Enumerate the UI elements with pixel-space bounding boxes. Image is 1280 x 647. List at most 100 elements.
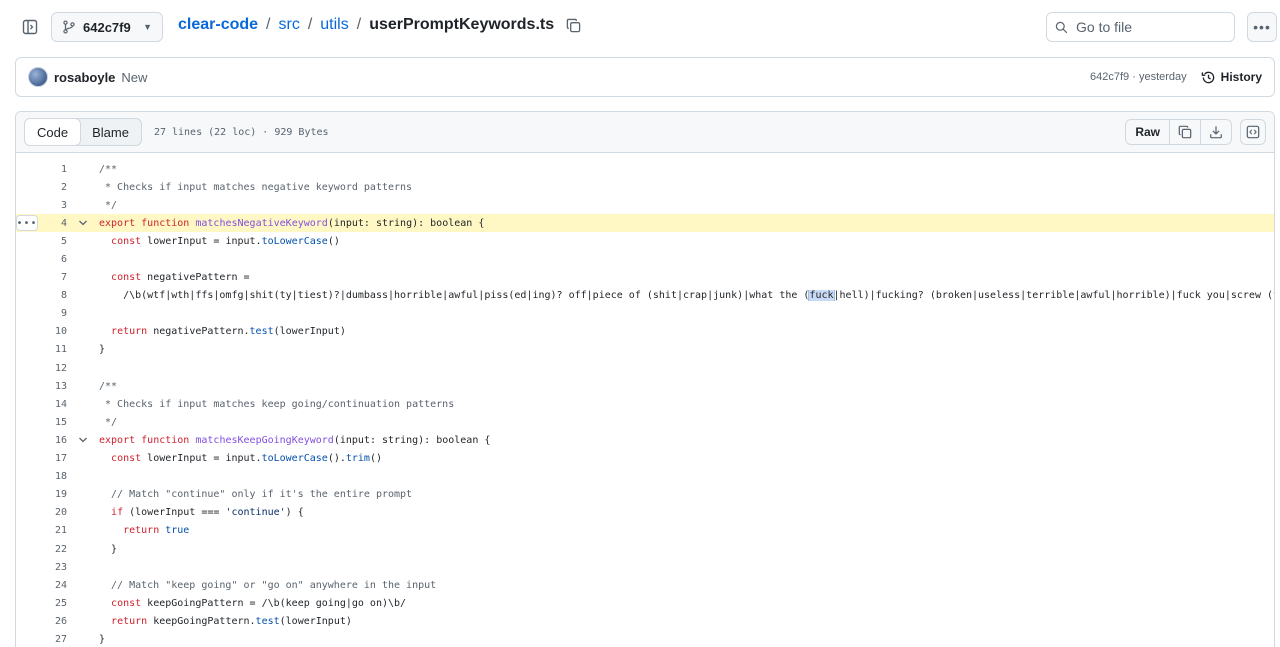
copy-icon: [1178, 125, 1192, 139]
line-number[interactable]: 21: [16, 525, 67, 536]
code-line: 10 return negativePattern.test(lowerInpu…: [16, 323, 1274, 341]
file-actions: Raw: [1125, 119, 1266, 145]
line-number[interactable]: 3: [16, 200, 67, 211]
line-number[interactable]: 16: [16, 435, 67, 446]
line-number[interactable]: 13: [16, 381, 67, 392]
line-number[interactable]: 15: [16, 417, 67, 428]
code-line: 17 const lowerInput = input.toLowerCase(…: [16, 450, 1274, 468]
history-button[interactable]: History: [1201, 70, 1262, 85]
code-line: 7 const negativePattern =: [16, 269, 1274, 287]
code-line-text: return negativePattern.test(lowerInput): [111, 326, 346, 338]
line-number[interactable]: 18: [16, 471, 67, 482]
line-number[interactable]: 20: [16, 507, 67, 518]
avatar[interactable]: [28, 67, 48, 87]
line-number[interactable]: 5: [16, 236, 67, 247]
sidebar-toggle-button[interactable]: [16, 13, 44, 41]
code-line-text: */: [99, 416, 118, 428]
commit-message[interactable]: New: [121, 70, 147, 85]
code-line-text: const keepGoingPattern = /\b(keep going|…: [111, 597, 407, 609]
line-number[interactable]: 2: [16, 182, 67, 193]
chevron-down-icon[interactable]: [67, 435, 99, 445]
latest-commit-bar: rosaboyle New 642c7f9 · yesterday Histor…: [15, 57, 1275, 97]
breadcrumb-src-link[interactable]: src: [279, 16, 300, 34]
chevron-down-icon[interactable]: [67, 218, 99, 228]
commit-author-link[interactable]: rosaboyle: [54, 70, 115, 85]
copy-raw-button[interactable]: [1169, 120, 1200, 144]
top-bar: 642c7f9 ▼ clear-code / src / utils / use…: [0, 0, 1280, 54]
line-number[interactable]: 6: [16, 254, 67, 265]
code-line-text: const lowerInput = input.toLowerCase().t…: [111, 453, 383, 465]
code-line-text: /**: [99, 163, 118, 175]
code-line: 13 /**: [16, 377, 1274, 395]
code-line: 19 // Match "continue" only if it's the …: [16, 486, 1274, 504]
line-number[interactable]: 25: [16, 598, 67, 609]
more-options-button[interactable]: •••: [1247, 12, 1277, 42]
code-line: 1 /**: [16, 160, 1274, 178]
history-label: History: [1220, 70, 1262, 84]
line-number[interactable]: 8: [16, 290, 67, 301]
code-line-text: }: [99, 543, 118, 555]
code-line: 15 */: [16, 413, 1274, 431]
tab-blame[interactable]: Blame: [80, 119, 141, 145]
code-line: 8 /\b(wtf|wth|ffs|omfg|shit(ty|tiest)?|d…: [16, 287, 1274, 305]
line-options-button[interactable]: •••: [16, 215, 38, 232]
symbols-panel-button[interactable]: [1240, 119, 1266, 145]
code-line-text: const lowerInput = input.toLowerCase(): [111, 235, 340, 247]
line-number[interactable]: 26: [16, 616, 67, 627]
tab-code[interactable]: Code: [24, 119, 82, 145]
file-viewer: Code Blame 27 lines (22 loc) · 929 Bytes…: [15, 111, 1275, 647]
view-mode-toggle: Code Blame: [24, 118, 142, 146]
code-line: 6: [16, 250, 1274, 268]
line-number[interactable]: 27: [16, 634, 67, 645]
line-number[interactable]: 24: [16, 580, 67, 591]
line-number[interactable]: 19: [16, 489, 67, 500]
code-line: 24 // Match "keep going" or "go on" anyw…: [16, 576, 1274, 594]
line-number[interactable]: 12: [16, 363, 67, 374]
code-line-text: // Match "continue" only if it's the ent…: [99, 489, 413, 501]
search-icon: [1055, 21, 1068, 33]
code-line-text: */: [99, 199, 118, 211]
commit-meta: 642c7f9 · yesterday: [1090, 71, 1187, 83]
file-action-group: Raw: [1125, 119, 1232, 145]
code-line-text: return keepGoingPattern.test(lowerInput): [111, 615, 352, 627]
code-view: 1 /** 2 * Checks if input matches negative…: [16, 153, 1274, 647]
code-line-text: if (lowerInput === 'continue') {: [111, 507, 304, 519]
branch-selector-button[interactable]: 642c7f9 ▼: [51, 12, 163, 42]
code-line-text: // Match "keep going" or "go on" anywher…: [99, 579, 437, 591]
code-line: 22 }: [16, 540, 1274, 558]
git-branch-icon: [63, 20, 75, 34]
code-line: 27}: [16, 630, 1274, 647]
line-number[interactable]: 22: [16, 544, 67, 555]
code-line-text: export function matchesNegativeKeyword(i…: [99, 217, 485, 229]
sidebar-expand-icon: [22, 19, 38, 35]
code-line: 14 * Checks if input matches keep going/…: [16, 395, 1274, 413]
code-line-text: }: [99, 633, 106, 645]
line-number[interactable]: 10: [16, 326, 67, 337]
line-number[interactable]: 23: [16, 562, 67, 573]
breadcrumb-repo-link[interactable]: clear-code: [178, 16, 258, 34]
line-number[interactable]: 7: [16, 272, 67, 283]
line-number[interactable]: 1: [16, 164, 67, 175]
copy-path-button[interactable]: [566, 18, 581, 33]
go-to-file-input[interactable]: [1076, 19, 1226, 35]
go-to-file-search[interactable]: [1046, 12, 1235, 42]
download-icon: [1210, 126, 1222, 139]
code-line: 21 return true: [16, 522, 1274, 540]
code-line-text: /**: [99, 380, 118, 392]
file-info: 27 lines (22 loc) · 929 Bytes: [153, 126, 329, 138]
line-number[interactable]: 17: [16, 453, 67, 464]
line-number[interactable]: 14: [16, 399, 67, 410]
code-line: 20 if (lowerInput === 'continue') {: [16, 504, 1274, 522]
history-clock-icon: [1201, 71, 1214, 83]
breadcrumb-utils-link[interactable]: utils: [320, 16, 348, 34]
code-line-text: return true: [123, 525, 190, 537]
raw-button[interactable]: Raw: [1126, 120, 1169, 144]
caret-down-icon: ▼: [143, 22, 152, 32]
code-line: 5 const lowerInput = input.toLowerCase(): [16, 232, 1274, 250]
line-number[interactable]: 9: [16, 308, 67, 319]
code-line-text: /\b(wtf|wth|ffs|omfg|shit(ty|tiest)?|dum…: [99, 290, 1274, 302]
download-button[interactable]: [1200, 120, 1231, 144]
code-line-text: export function matchesKeepGoingKeyword(…: [99, 434, 491, 446]
breadcrumb-separator: /: [266, 16, 271, 33]
line-number[interactable]: 11: [16, 344, 67, 355]
